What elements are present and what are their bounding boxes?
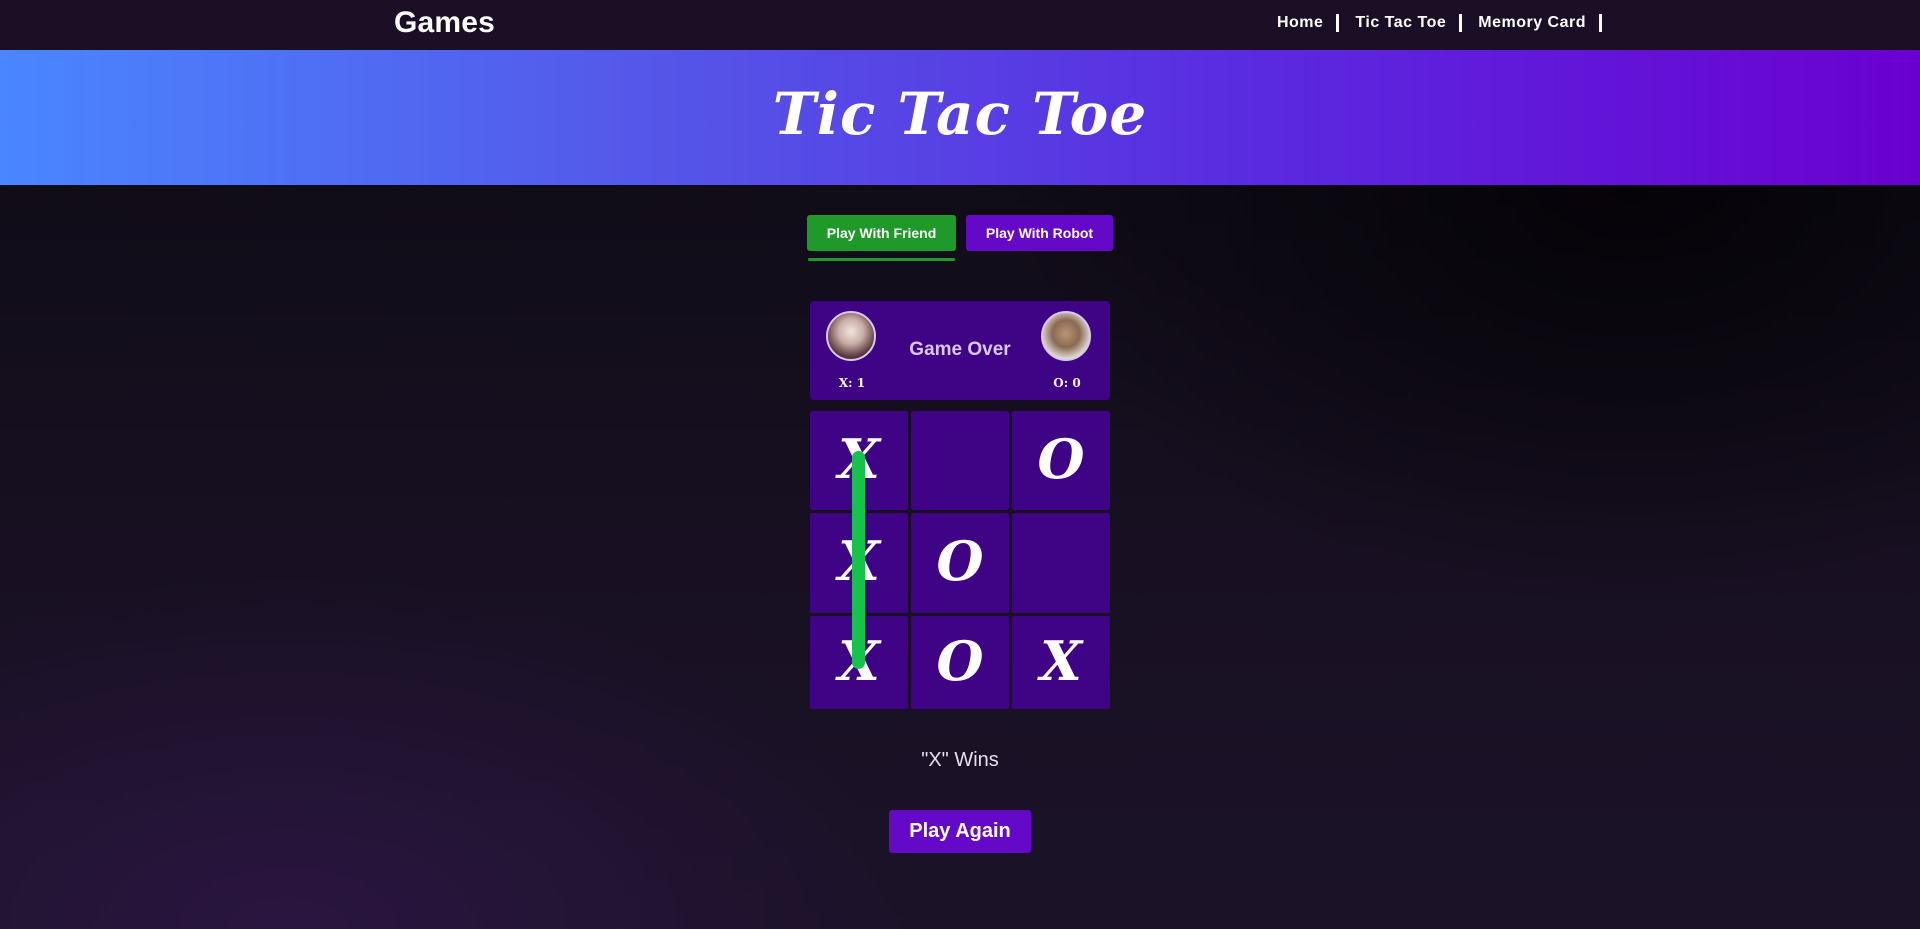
player-x-score: X: 1	[838, 376, 866, 390]
player-o-avatar	[1041, 311, 1091, 361]
active-mode-indicator	[808, 258, 955, 261]
play-with-robot-button[interactable]: Play With Robot	[966, 215, 1113, 251]
page-banner: Tic Tac Toe	[0, 50, 1920, 185]
top-navbar: Games Home Tic Tac Toe Memory Card	[0, 0, 1920, 50]
player-o-score: O: 0	[1053, 376, 1081, 390]
board-cell-8[interactable]: O	[911, 616, 1009, 709]
scoreboard: Game Over X: 1 O: 0	[810, 301, 1110, 400]
board-cell-6[interactable]	[1012, 513, 1110, 613]
nav-link-memory-card[interactable]: Memory Card	[1462, 14, 1602, 32]
nav-link-home[interactable]: Home	[1277, 14, 1340, 32]
nav-links: Home Tic Tac Toe Memory Card	[1277, 14, 1602, 32]
nav-link-tic-tac-toe[interactable]: Tic Tac Toe	[1339, 14, 1463, 32]
board-cell-2[interactable]	[911, 411, 1009, 510]
cell-mark: O	[936, 529, 984, 593]
board-cell-9[interactable]: X	[1012, 616, 1110, 709]
board-cell-3[interactable]: O	[1012, 411, 1110, 510]
play-with-friend-button[interactable]: Play With Friend	[807, 215, 956, 251]
result-message: "X" Wins	[921, 749, 999, 771]
cell-mark: X	[1040, 628, 1082, 693]
winning-line	[852, 451, 865, 669]
cell-mark: O	[936, 628, 984, 693]
play-again-button[interactable]: Play Again	[889, 810, 1031, 853]
page-title: Tic Tac Toe	[772, 80, 1148, 148]
cell-mark: O	[1037, 426, 1085, 491]
board-cell-5[interactable]: O	[911, 513, 1009, 613]
brand-title[interactable]: Games	[394, 6, 495, 40]
